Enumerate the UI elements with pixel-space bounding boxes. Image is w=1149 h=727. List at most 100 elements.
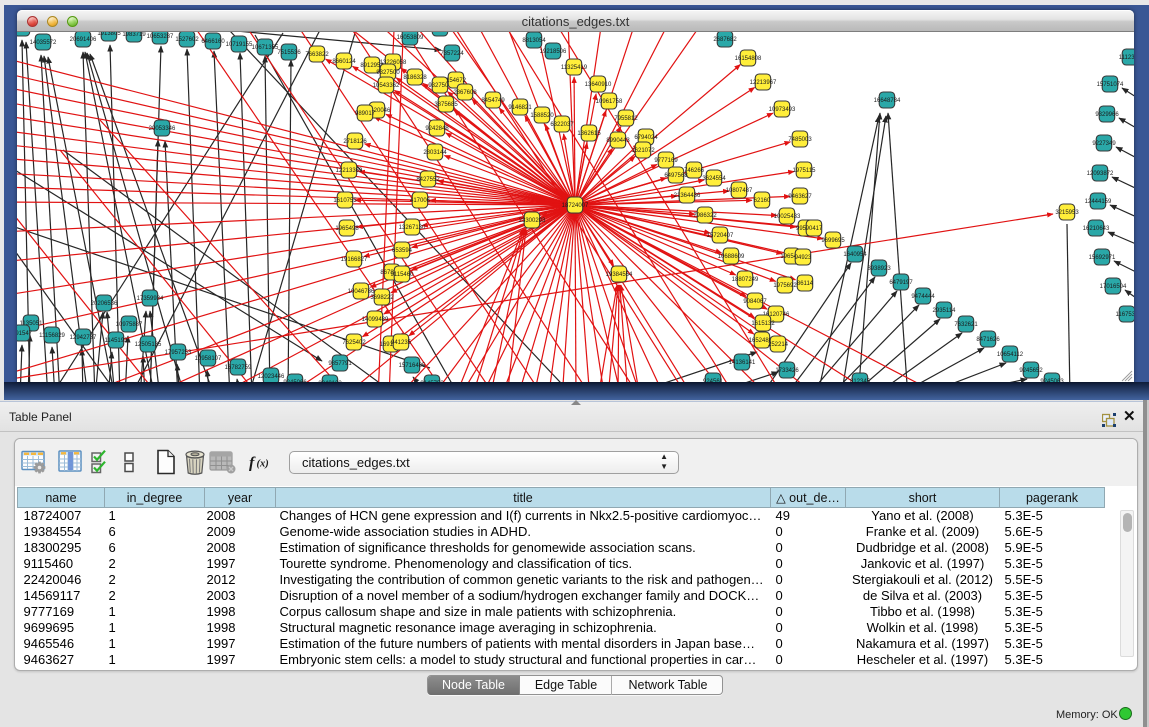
svg-text:1167533: 1167533 [1116,312,1134,318]
svg-text:12093872: 12093872 [1087,171,1114,177]
svg-text:(x): (x) [257,459,269,470]
svg-text:17016504: 17016504 [1100,284,1127,290]
svg-text:10807487: 10807487 [726,188,753,194]
svg-text:9242848: 9242848 [425,126,449,132]
svg-text:8660124: 8660124 [332,59,356,65]
svg-text:62160: 62160 [754,198,771,204]
svg-text:10671355: 10671355 [252,45,279,51]
svg-text:16154808: 16154808 [735,56,762,62]
svg-text:16648784: 16648784 [874,98,901,104]
svg-text:15720407: 15720407 [707,233,734,239]
svg-text:2718126: 2718126 [343,139,367,145]
svg-text:17359934: 17359934 [137,296,164,302]
svg-text:16053809: 16053809 [397,35,424,41]
svg-text:7663822: 7663822 [305,52,329,58]
svg-text:7485003: 7485003 [788,137,812,143]
svg-text:1983719: 1983719 [122,32,146,38]
svg-text:3875685: 3875685 [434,102,458,108]
svg-text:12942737: 12942737 [70,335,97,341]
svg-text:10975887: 10975887 [116,322,143,328]
svg-text:6466160: 6466160 [201,39,225,45]
svg-text:9115460: 9115460 [391,272,415,278]
svg-text:90417: 90417 [806,226,823,232]
svg-text:1965498: 1965498 [335,226,359,232]
svg-text:17957253: 17957253 [165,350,192,356]
svg-text:1145193: 1145193 [105,338,129,344]
svg-text:7986322: 7986322 [693,213,717,219]
svg-text:1621072: 1621072 [631,148,655,154]
svg-text:2935114: 2935114 [933,308,957,314]
svg-text:989017: 989017 [355,111,376,117]
svg-text:252214: 252214 [768,342,789,348]
svg-text:18807249: 18807249 [732,277,759,283]
svg-text:8990443: 8990443 [606,138,630,144]
svg-text:1615132: 1615132 [751,321,775,327]
svg-text:94923: 94923 [795,255,812,261]
svg-text:86114: 86114 [797,281,814,287]
svg-text:16782759: 16782759 [225,365,252,371]
svg-text:7515536: 7515536 [277,50,301,56]
svg-text:18724007: 18724007 [562,203,589,209]
svg-text:2867608: 2867608 [453,90,477,96]
svg-text:9245063: 9245063 [1040,379,1064,382]
svg-text:7632621: 7632621 [954,322,978,328]
svg-text:20053346: 20053346 [149,126,176,132]
svg-text:1588520: 1588520 [530,113,554,119]
svg-text:10653287: 10653287 [147,34,174,40]
svg-text:9146821: 9146821 [508,105,532,111]
svg-text:8454749: 8454749 [481,98,505,104]
svg-text:15751074: 15751074 [1097,82,1124,88]
svg-text:15716485: 15716485 [399,363,426,369]
svg-text:14099489: 14099489 [362,317,389,323]
svg-text:9084067: 9084067 [743,299,767,305]
svg-text:12505135: 12505135 [135,342,162,348]
svg-text:6479197: 6479197 [889,280,913,286]
svg-text:13267130: 13267130 [399,225,426,231]
svg-text:9145753: 9145753 [420,381,444,382]
svg-text:1640954: 1640954 [843,252,867,258]
svg-text:1913805: 1913805 [97,32,121,37]
svg-text:10025433: 10025433 [774,214,801,220]
svg-text:9699695: 9699695 [821,238,845,244]
svg-text:1362615: 1362615 [577,131,601,137]
svg-text:7625402: 7625402 [342,340,366,346]
svg-text:14035572: 14035572 [30,40,57,46]
svg-text:6497568: 6497568 [664,173,688,179]
svg-text:11156829: 11156829 [39,333,65,339]
svg-text:15692971: 15692971 [1089,255,1116,261]
svg-text:10958107: 10958107 [195,356,222,362]
svg-text:7357224: 7357224 [440,51,464,57]
svg-text:812345: 812345 [850,379,871,382]
svg-text:3698222: 3698222 [370,295,394,301]
svg-text:1527602: 1527602 [175,37,199,43]
svg-text:f: f [249,455,256,472]
svg-text:391547: 391547 [17,331,33,337]
svg-text:9245652: 9245652 [1019,368,1043,374]
svg-text:8938923: 8938923 [867,266,891,272]
svg-text:2687682: 2687682 [713,37,737,43]
svg-text:9227349: 9227349 [1092,141,1116,147]
svg-text:941235: 941235 [391,340,412,346]
svg-text:8813054: 8813054 [522,38,546,44]
svg-text:10543362: 10543362 [373,83,400,89]
svg-text:21364436: 21364436 [674,193,701,199]
svg-text:8427552: 8427552 [416,177,440,183]
svg-text:8186328: 8186328 [403,75,427,81]
svg-text:6322037: 6322037 [550,122,574,128]
svg-text:9327500: 9327500 [376,70,400,76]
svg-text:14136141: 14136141 [729,360,756,366]
svg-text:3215953: 3215953 [1055,210,1079,216]
svg-text:9245066: 9245066 [283,380,307,382]
svg-text:20206536: 20206536 [91,301,118,307]
svg-text:13640910: 13640910 [585,82,612,88]
svg-text:1975692: 1975692 [773,283,797,289]
svg-text:10688609: 10688609 [718,254,745,260]
svg-text:9463627: 9463627 [788,194,812,200]
svg-text:10973493: 10973493 [769,107,796,113]
svg-text:19384554: 19384554 [606,272,633,278]
svg-text:12023446: 12023446 [258,374,285,380]
svg-text:9777169: 9777169 [654,158,678,164]
svg-text:12213967: 12213967 [750,80,777,86]
svg-text:417006: 417006 [410,198,431,204]
svg-text:23300203: 23300203 [519,218,546,224]
